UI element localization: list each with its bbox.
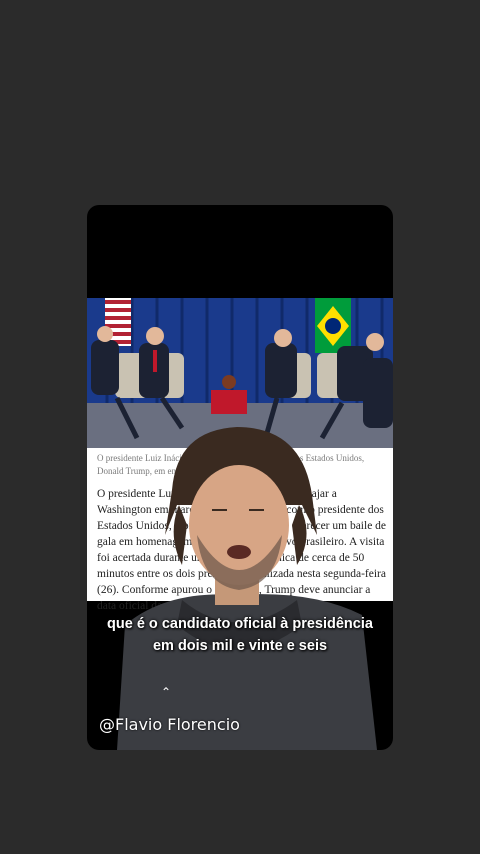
cursor-icon: ⌃ (161, 685, 172, 699)
article-screenshot: O presidente Luiz Inácio Lula da Silva e… (87, 298, 393, 612)
video-subtitle: que é o candidato oficial à presidência … (107, 616, 373, 654)
creator-handle[interactable]: @Flavio Florencio (99, 715, 240, 734)
article-body: O presidente Luiz Inácio Lula da Silva d… (97, 488, 387, 612)
news-photo (87, 298, 393, 448)
video-player[interactable]: O presidente Luiz Inácio Lula da Silva e… (87, 205, 393, 750)
photo-caption: O presidente Luiz Inácio Lula da Silva e… (97, 453, 365, 476)
